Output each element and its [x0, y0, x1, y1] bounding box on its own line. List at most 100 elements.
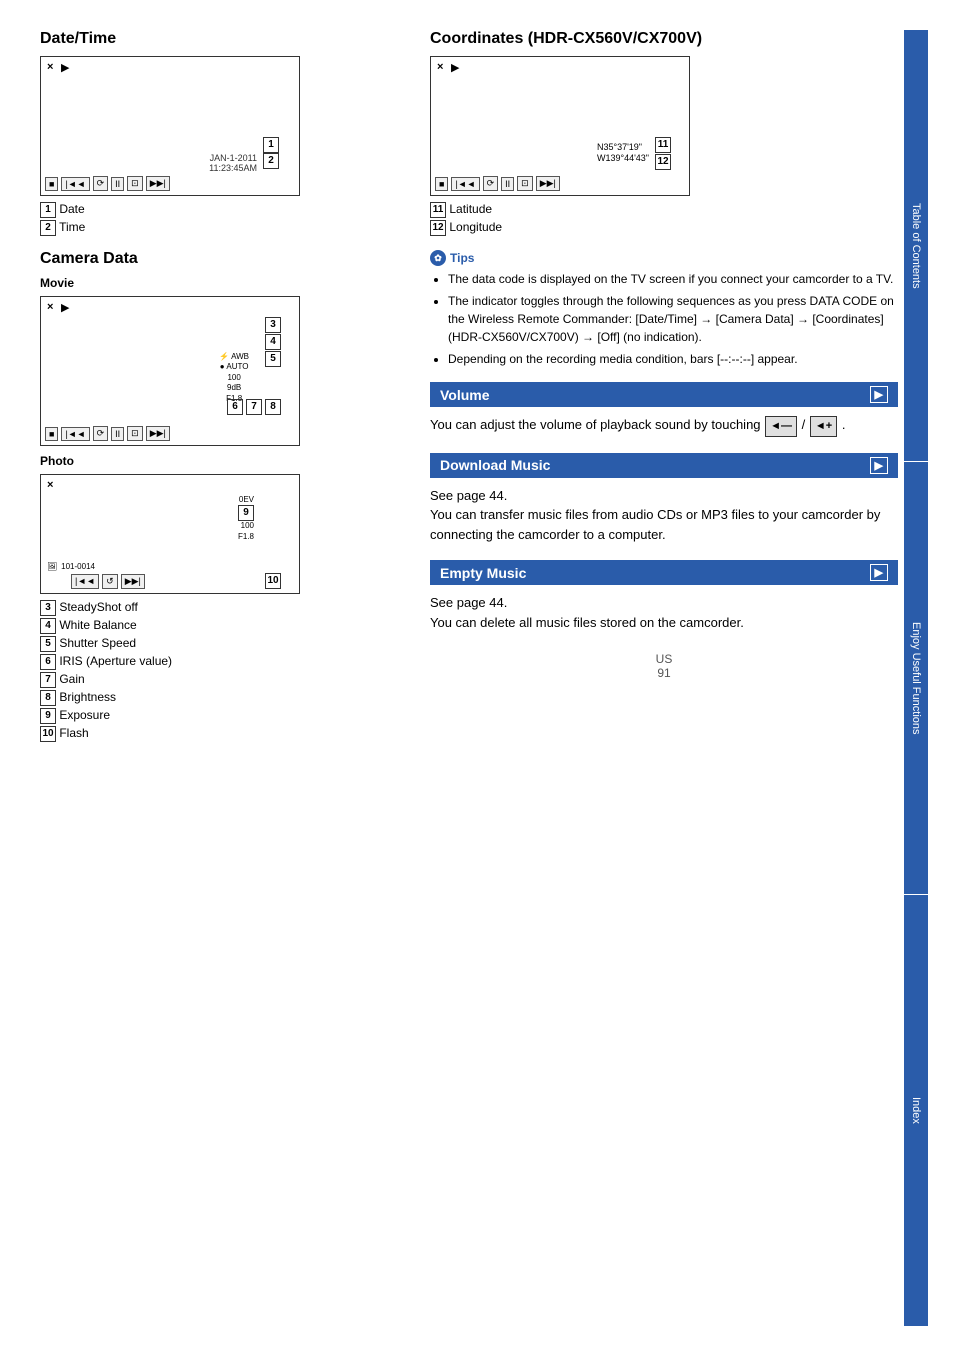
pause-btn-c[interactable]: II — [501, 177, 514, 191]
prev-btn-c[interactable]: |◄◄ — [451, 177, 479, 191]
display-btn[interactable]: ⊡ — [127, 176, 143, 191]
auto-label: ● AUTO — [219, 362, 249, 372]
movie-subtitle: Movie — [40, 276, 400, 290]
screen-controls-movie: ■ |◄◄ ⟳ II ⊡ ▶▶| — [45, 426, 170, 441]
coordinates-screen: × ▶ N35°37'19" W139°44'43" 11 12 ■ |◄◄ ⟳… — [430, 56, 690, 196]
close-icon-photo: × — [47, 479, 53, 491]
brightness-label: 9dB — [219, 383, 249, 393]
tip-2: The indicator toggles through the follow… — [448, 292, 898, 346]
photo-screen: × 0EV 9 100 F1.8 🖼 101-0014 |◄◄ ↺ ▶▶| 10 — [40, 474, 300, 594]
sidebar-enjoy[interactable]: Enjoy Useful Functions — [904, 462, 928, 894]
empty-body-text: You can delete all music files stored on… — [430, 613, 898, 633]
play-icon: ▶ — [61, 61, 69, 74]
right-column: Coordinates (HDR-CX560V/CX700V) × ▶ N35°… — [420, 30, 898, 1327]
photo-icon: 🖼 — [47, 562, 57, 571]
locale-label: US — [656, 652, 673, 666]
next-btn-c[interactable]: ▶▶| — [536, 176, 560, 191]
download-music-play-icon: ▶ — [870, 457, 888, 474]
lat-value: N35°37'19" — [597, 142, 649, 154]
tips-icon: ✿ — [430, 250, 446, 266]
play-icon-coords: ▶ — [451, 61, 459, 74]
exp-label: 0EV — [238, 495, 254, 505]
download-body-text: You can transfer music files from audio … — [430, 505, 898, 544]
download-music-header: Download Music ▶ — [430, 453, 898, 478]
sidebar-index[interactable]: Index — [904, 895, 928, 1327]
stop-btn-c[interactable]: ■ — [435, 177, 448, 191]
awb-label: ⚡ AWB — [219, 352, 249, 362]
badge-11: 11 — [655, 137, 671, 153]
repeat-btn-m[interactable]: ⟳ — [93, 426, 109, 441]
label-11: 11 Latitude — [430, 202, 898, 218]
coords-labels: 11 Latitude 12 Longitude — [430, 202, 898, 236]
datetime-date-value: JAN-1-2011 — [210, 153, 257, 163]
page-number: 91 — [657, 666, 670, 680]
pause-btn-m[interactable]: II — [111, 427, 124, 441]
left-column: Date/Time × ▶ JAN-1-2011 11:23:45AM 1 2 … — [40, 30, 420, 1327]
download-see-page: See page 44. — [430, 486, 898, 506]
screen-controls-datetime: ■ |◄◄ ⟳ II ⊡ ▶▶| — [45, 176, 170, 191]
label-time: 2 Time — [40, 220, 400, 236]
num-badge-2: 2 — [40, 220, 56, 236]
label-8: 8 Brightness — [40, 690, 400, 706]
badge-8: 8 — [265, 399, 281, 415]
download-music-title: Download Music — [440, 457, 550, 473]
next-btn[interactable]: ▶▶| — [146, 176, 170, 191]
shutter-label: 100 — [219, 373, 249, 383]
close-icon-coords: × — [437, 61, 443, 73]
repeat-btn-c[interactable]: ⟳ — [483, 176, 499, 191]
prev-photo-btn[interactable]: |◄◄ — [71, 574, 99, 589]
close-icon: × — [47, 61, 53, 73]
label-7: 7 Gain — [40, 672, 400, 688]
num-badge-1: 1 — [40, 202, 56, 218]
empty-music-play-icon: ▶ — [870, 564, 888, 581]
badge-4: 4 — [265, 334, 281, 350]
play-icon-movie: ▶ — [61, 301, 69, 314]
photo-aperture-label: F1.8 — [238, 532, 254, 542]
empty-see-page: See page 44. — [430, 593, 898, 613]
camera-labels: 3 SteadyShot off 4 White Balance 5 Shutt… — [40, 600, 400, 742]
label-9: 9 Exposure — [40, 708, 400, 724]
badge-9: 9 — [238, 505, 254, 521]
next-photo-btn[interactable]: ▶▶| — [121, 574, 145, 589]
label-12: 12 Longitude — [430, 220, 898, 236]
badge-7: 7 — [246, 399, 262, 415]
screen-controls-coords: ■ |◄◄ ⟳ II ⊡ ▶▶| — [435, 176, 560, 191]
empty-music-header: Empty Music ▶ — [430, 560, 898, 585]
stop-btn-m[interactable]: ■ — [45, 427, 58, 441]
datetime-title: Date/Time — [40, 30, 400, 48]
volume-body: You can adjust the volume of playback so… — [430, 415, 898, 437]
vol-minus-icon: ◄— — [765, 416, 797, 437]
display-btn-m[interactable]: ⊡ — [127, 426, 143, 441]
camera-data-title: Camera Data — [40, 250, 400, 268]
badge-3: 3 — [265, 317, 281, 333]
rotate-btn[interactable]: ↺ — [102, 574, 118, 589]
repeat-btn[interactable]: ⟳ — [93, 176, 109, 191]
volume-title: Volume — [440, 387, 490, 403]
badge-2: 2 — [263, 153, 279, 169]
lon-value: W139°44'43" — [597, 153, 649, 165]
tips-box: ✿ Tips The data code is displayed on the… — [430, 250, 898, 368]
photo-shutter-label: 100 — [238, 521, 254, 531]
main-content: Date/Time × ▶ JAN-1-2011 11:23:45AM 1 2 … — [0, 0, 954, 1357]
coordinates-title: Coordinates (HDR-CX560V/CX700V) — [430, 30, 898, 48]
pause-btn[interactable]: II — [111, 177, 124, 191]
movie-screen: × ▶ 3 4 5 ⚡ AWB ● AUTO 100 9dB F1.8 8 7 … — [40, 296, 300, 446]
stop-btn[interactable]: ■ — [45, 177, 58, 191]
label-5: 5 Shutter Speed — [40, 636, 400, 652]
sidebar-table-of-contents[interactable]: Table of Contents — [904, 30, 928, 462]
next-btn-m[interactable]: ▶▶| — [146, 426, 170, 441]
prev-btn-m[interactable]: |◄◄ — [61, 427, 89, 441]
empty-music-body: See page 44. You can delete all music fi… — [430, 593, 898, 632]
photo-meta: 🖼 101-0014 — [47, 562, 95, 571]
close-icon-movie: × — [47, 301, 53, 313]
label-date: 1 Date — [40, 202, 400, 218]
tips-title: ✿ Tips — [430, 250, 898, 266]
badge-6: 6 — [227, 399, 243, 415]
label-4: 4 White Balance — [40, 618, 400, 634]
label-6: 6 IRIS (Aperture value) — [40, 654, 400, 670]
coords-text: N35°37'19" W139°44'43" — [597, 142, 649, 165]
photo-subtitle: Photo — [40, 454, 400, 468]
prev-btn[interactable]: |◄◄ — [61, 177, 89, 191]
badge-10: 10 — [265, 573, 281, 589]
display-btn-c[interactable]: ⊡ — [517, 176, 533, 191]
